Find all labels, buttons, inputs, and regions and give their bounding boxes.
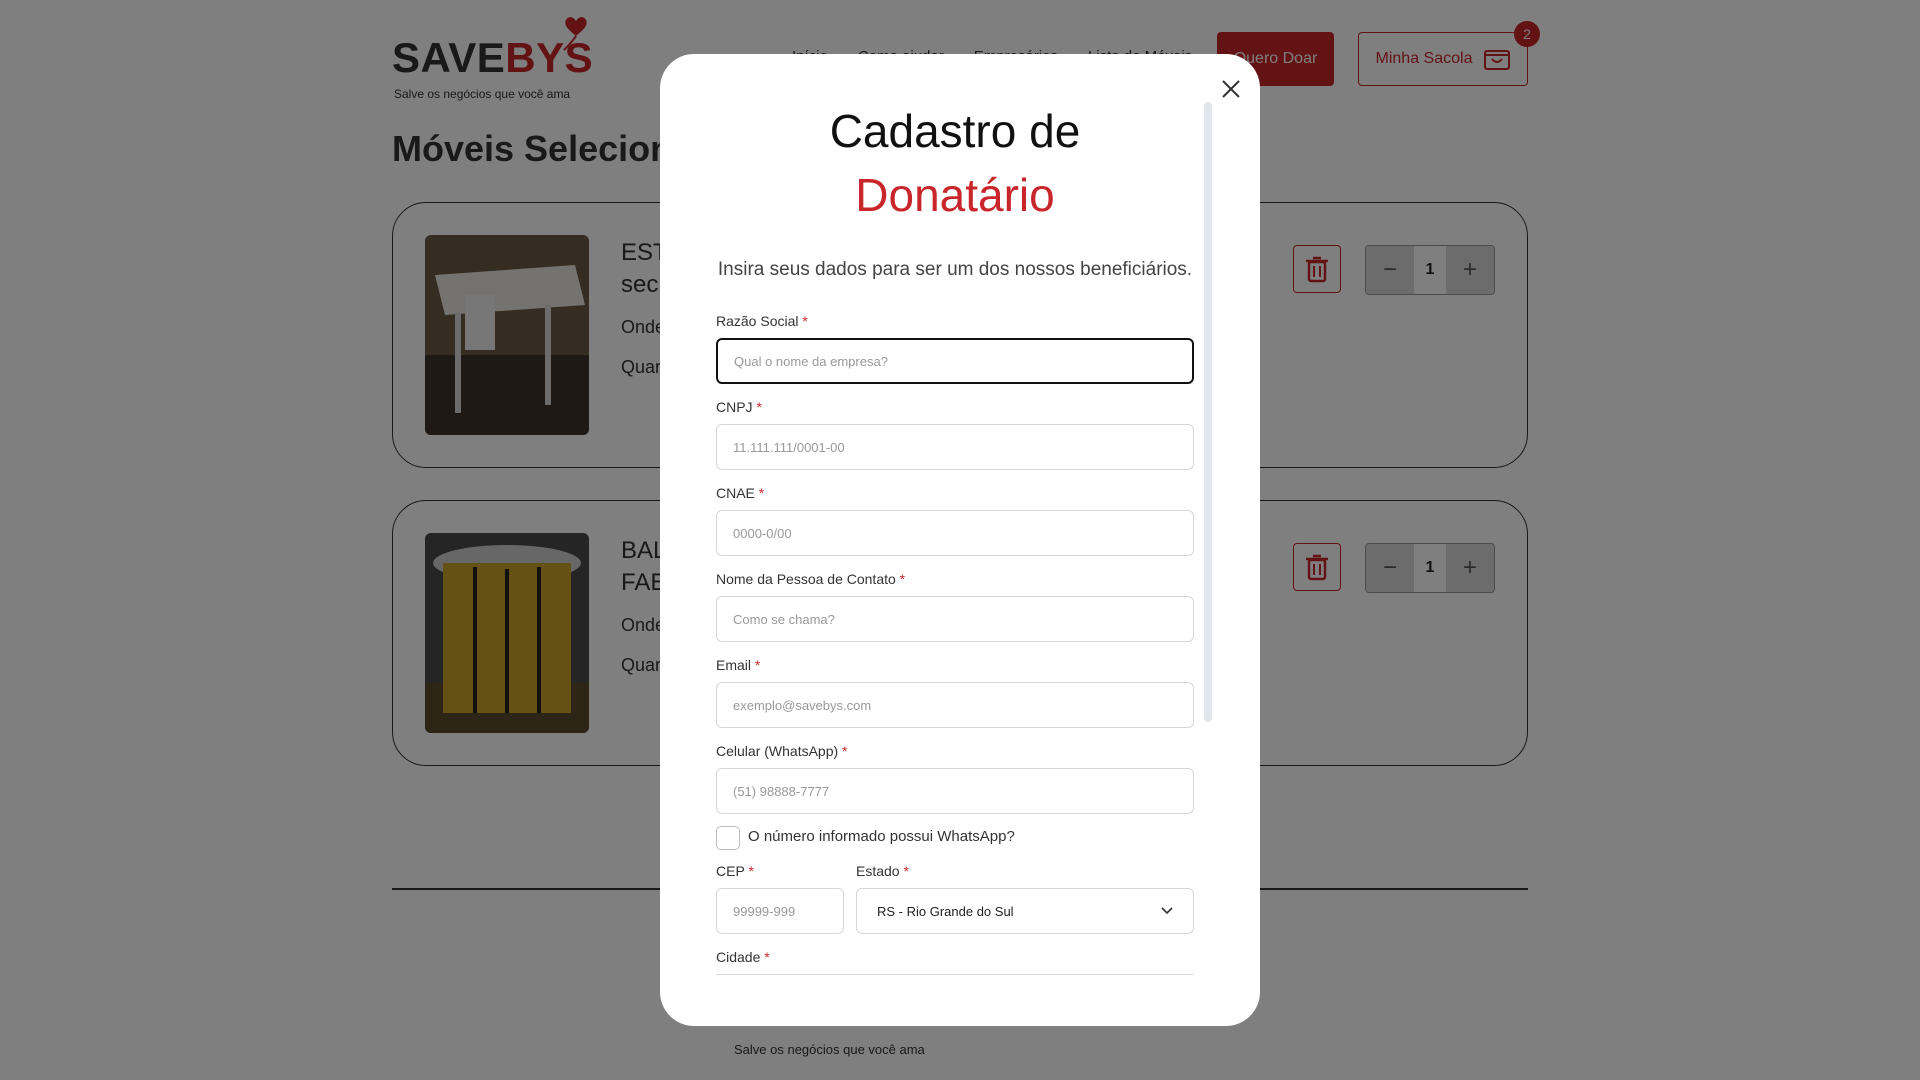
cnpj-input[interactable] <box>716 424 1194 470</box>
modal-title-highlight: Donatário <box>855 169 1055 221</box>
close-button[interactable] <box>1216 74 1246 104</box>
phone-label: Celular (WhatsApp) * <box>716 743 848 759</box>
state-select-value: RS - Rio Grande do Sul <box>877 903 1014 919</box>
modal-title: Cadastro de <box>829 105 1081 157</box>
phone-input[interactable] <box>716 768 1194 814</box>
razao-social-label: Razão Social * <box>716 313 808 329</box>
chevron-down-icon <box>1161 907 1173 915</box>
modal-scrollbar[interactable] <box>1204 102 1212 722</box>
contact-name-input[interactable] <box>716 596 1194 642</box>
registration-modal: Cadastro de Donatário Insira seus dados … <box>660 54 1260 1026</box>
state-select[interactable]: RS - Rio Grande do Sul <box>856 888 1194 934</box>
whatsapp-checkbox-label: O número informado possui WhatsApp? <box>748 828 1015 845</box>
city-label: Cidade * <box>716 949 770 965</box>
cep-input[interactable] <box>716 888 844 934</box>
close-icon <box>1222 80 1240 98</box>
city-input[interactable] <box>716 974 1194 976</box>
cnae-input[interactable] <box>716 510 1194 556</box>
whatsapp-checkbox[interactable] <box>716 826 740 850</box>
email-input[interactable] <box>716 682 1194 728</box>
cnae-label: CNAE * <box>716 485 765 501</box>
contact-name-label: Nome da Pessoa de Contato * <box>716 571 906 587</box>
email-label: Email * <box>716 657 761 673</box>
cnpj-label: CNPJ * <box>716 399 762 415</box>
modal-body: Cadastro de Donatário Insira seus dados … <box>716 54 1194 1026</box>
razao-social-input[interactable] <box>716 338 1194 384</box>
cep-label: CEP * <box>716 863 754 879</box>
state-label: Estado * <box>856 863 909 879</box>
modal-subtitle: Insira seus dados para ser um dos nossos… <box>717 259 1193 280</box>
